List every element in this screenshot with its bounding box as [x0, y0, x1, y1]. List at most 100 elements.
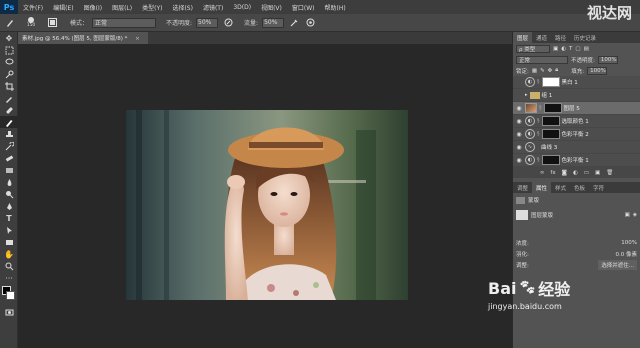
filter-shape-icon[interactable]: ▢ — [575, 46, 580, 52]
quick-select-tool-icon[interactable] — [0, 68, 18, 80]
zoom-tool-icon[interactable] — [0, 260, 18, 272]
close-tab-icon[interactable]: × — [135, 36, 140, 42]
mode-select[interactable]: 正常 — [92, 17, 157, 28]
menu-filter[interactable]: 滤镜(T) — [198, 3, 228, 12]
pen-tool-icon[interactable] — [0, 200, 18, 212]
group-expand-icon[interactable]: ▸ — [525, 92, 528, 98]
layer-opacity-input[interactable]: 100% — [597, 55, 618, 64]
menu-3d[interactable]: 3D(D) — [228, 4, 256, 11]
pressure-opacity-icon[interactable] — [222, 17, 234, 29]
filter-type-icon[interactable]: T — [569, 46, 572, 52]
visibility-eye-icon[interactable]: ◉ — [515, 157, 523, 164]
canvas-area[interactable] — [18, 44, 512, 348]
layer-mask-thumbnail[interactable] — [541, 155, 560, 165]
more-tools-icon[interactable]: ··· — [0, 272, 18, 284]
path-selection-tool-icon[interactable] — [0, 224, 18, 236]
document-tab-title: 素材.jpg @ 56.4% (图层 5, 图层蒙版/8) * — [22, 36, 128, 42]
healing-brush-tool-icon[interactable] — [0, 104, 18, 116]
menu-image[interactable]: 图像(I) — [79, 3, 107, 12]
layer-mask-thumbnail[interactable] — [543, 103, 562, 113]
new-layer-icon[interactable]: ▣ — [595, 170, 600, 176]
mask-select-icon[interactable]: ▣ — [625, 212, 630, 218]
tab-layers[interactable]: 图层 — [513, 32, 533, 43]
vector-mask-icon[interactable]: ◈ — [633, 212, 637, 218]
gradient-tool-icon[interactable] — [0, 164, 18, 176]
blend-mode-select[interactable]: 正常 — [516, 55, 568, 64]
rectangle-tool-icon[interactable] — [0, 236, 18, 248]
flow-input[interactable]: 50% — [262, 17, 285, 28]
menu-file[interactable]: 文件(F) — [18, 3, 48, 12]
link-layers-icon[interactable]: ∞ — [540, 170, 545, 176]
tab-history[interactable]: 历史记录 — [570, 32, 600, 43]
filter-smart-icon[interactable]: ▤ — [584, 46, 589, 52]
menu-help[interactable]: 帮助(H) — [320, 3, 351, 12]
crop-tool-icon[interactable] — [0, 80, 18, 92]
tab-properties[interactable]: 属性 — [532, 182, 552, 193]
hand-tool-icon[interactable]: ✋ — [0, 248, 18, 260]
tab-swatches[interactable]: 色板 — [570, 182, 589, 193]
delete-layer-icon[interactable]: 🗑︎ — [606, 170, 613, 176]
visibility-eye-icon[interactable]: ◉ — [515, 131, 523, 138]
brush-panel-toggle-icon[interactable] — [46, 17, 58, 29]
history-brush-tool-icon[interactable] — [0, 140, 18, 152]
fx-icon[interactable]: fx — [550, 170, 555, 176]
layer-mask-thumbnail[interactable] — [541, 129, 560, 139]
menu-view[interactable]: 视图(V) — [256, 3, 287, 12]
blur-tool-icon[interactable] — [0, 176, 18, 188]
dodge-tool-icon[interactable] — [0, 188, 18, 200]
layer-mask-thumbnail[interactable] — [541, 77, 560, 87]
layer-kind-filter[interactable]: ρ 类型 — [516, 44, 550, 53]
lock-all-icon[interactable]: 🔒︎ — [555, 67, 558, 74]
move-tool-icon[interactable]: ✥ — [0, 32, 18, 44]
brush-tool-icon[interactable] — [0, 116, 18, 128]
menu-select[interactable]: 选择(S) — [167, 3, 198, 12]
menu-edit[interactable]: 编辑(E) — [48, 3, 78, 12]
color-swatches[interactable] — [0, 284, 18, 306]
layer-row[interactable]: ◉ ∿ 曲线 3 — [513, 141, 640, 154]
lock-paint-icon[interactable]: ✎ — [540, 68, 545, 74]
new-group-icon[interactable]: ▭ — [584, 170, 589, 176]
filter-adjust-icon[interactable]: ◐ — [561, 46, 566, 52]
tab-styles[interactable]: 样式 — [551, 182, 570, 193]
background-color-swatch[interactable] — [6, 291, 15, 300]
tab-adjustments[interactable]: 调整 — [513, 182, 532, 193]
document-tab[interactable]: 素材.jpg @ 56.4% (图层 5, 图层蒙版/8) * × — [18, 32, 148, 44]
lock-position-icon[interactable]: ✥ — [548, 68, 553, 74]
add-mask-icon[interactable]: ◙ — [562, 170, 567, 176]
layer-row[interactable]: ▸ 组 1 — [513, 89, 640, 102]
layer-mask-thumbnail[interactable] — [541, 116, 560, 126]
menu-type[interactable]: 类型(Y) — [137, 3, 167, 12]
visibility-eye-icon[interactable]: ◉ — [515, 144, 523, 151]
visibility-eye-icon[interactable]: ◉ — [515, 118, 523, 125]
layer-row-selected[interactable]: ◉ § 图层 5 — [513, 102, 640, 115]
tab-character[interactable]: 字符 — [589, 182, 608, 193]
menu-layer[interactable]: 图层(L) — [107, 3, 137, 12]
eraser-tool-icon[interactable] — [0, 152, 18, 164]
marquee-tool-icon[interactable] — [0, 44, 18, 56]
pressure-size-icon[interactable] — [304, 17, 316, 29]
layer-row[interactable]: ◉ ◐ § 色彩平衡 2 — [513, 128, 640, 141]
filter-pixel-icon[interactable]: ▣ — [553, 46, 558, 52]
layer-row[interactable]: ◉ ◐ § 选取颜色 1 — [513, 115, 640, 128]
brush-tool-icon[interactable] — [4, 17, 16, 29]
visibility-eye-icon[interactable]: ◉ — [515, 105, 523, 112]
layer-row[interactable]: ◐ § 黑白 1 — [513, 76, 640, 89]
lasso-tool-icon[interactable] — [0, 56, 18, 68]
type-tool-icon[interactable]: T — [0, 212, 18, 224]
tab-paths[interactable]: 路径 — [551, 32, 570, 43]
eyedropper-tool-icon[interactable] — [0, 92, 18, 104]
opacity-input[interactable]: 50% — [196, 17, 219, 28]
lock-pixels-icon[interactable]: ▦ — [532, 68, 537, 74]
new-adjustment-icon[interactable]: ◐ — [573, 170, 578, 176]
fill-input[interactable]: 100% — [587, 66, 608, 75]
menu-window[interactable]: 窗口(W) — [287, 3, 320, 12]
airbrush-icon[interactable] — [288, 17, 300, 29]
brush-preset-picker[interactable]: 150 — [20, 17, 42, 29]
clone-stamp-tool-icon[interactable] — [0, 128, 18, 140]
tab-channels[interactable]: 通道 — [532, 32, 551, 43]
select-and-mask-button[interactable]: 选择并遮住... — [598, 259, 637, 270]
quick-mask-icon[interactable] — [0, 306, 18, 318]
layer-image-thumbnail[interactable] — [525, 103, 537, 113]
portrait-photo[interactable] — [126, 110, 408, 300]
layer-row[interactable]: ◉ ◐ § 色彩平衡 1 — [513, 154, 640, 167]
